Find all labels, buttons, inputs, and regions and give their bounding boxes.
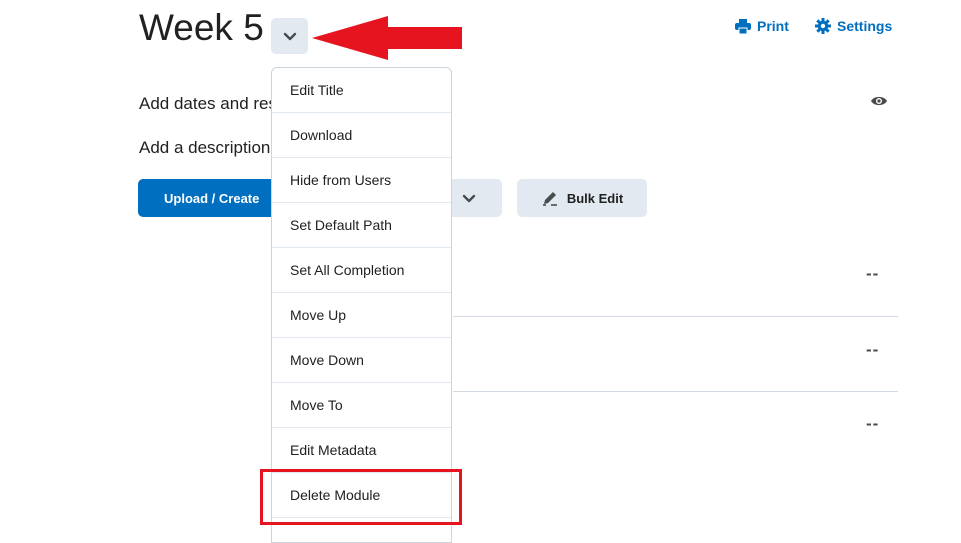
settings-label: Settings [837,18,893,34]
bulk-edit-button[interactable]: Bulk Edit [517,179,647,217]
chevron-down-icon [462,194,476,202]
menu-item-set-all-completion[interactable]: Set All Completion [272,248,451,293]
highlight-box [260,469,462,525]
pencil-icon [542,192,557,206]
eye-icon[interactable] [870,93,888,109]
menu-item-hide-from-users[interactable]: Hide from Users [272,158,451,203]
settings-link[interactable]: Settings [815,17,892,35]
title-dropdown-button[interactable] [271,18,308,54]
gear-icon [815,18,831,34]
menu-item-move-to[interactable]: Move To [272,383,451,428]
menu-item-download[interactable]: Download [272,113,451,158]
upload-create-label: Upload / Create [164,190,260,206]
arrow-left-icon [312,16,462,60]
menu-item-edit-title[interactable]: Edit Title [272,68,451,113]
print-link[interactable]: Print [735,17,789,35]
printer-icon [735,18,751,34]
add-description-link[interactable]: Add a description [139,138,270,158]
row-status: -- [866,264,880,283]
row-status: -- [866,340,880,359]
page-title: Week 5 [139,7,264,48]
menu-item-move-down[interactable]: Move Down [272,338,451,383]
chevron-down-icon [283,32,296,40]
row-status: -- [866,414,880,433]
print-label: Print [757,18,789,34]
menu-item-set-default-path[interactable]: Set Default Path [272,203,451,248]
bulk-edit-label: Bulk Edit [566,190,624,206]
row-divider [453,316,898,317]
upload-create-button[interactable]: Upload / Create [138,179,288,217]
menu-item-move-up[interactable]: Move Up [272,293,451,338]
add-dates-link[interactable]: Add dates and res [139,94,277,114]
menu-item-edit-metadata[interactable]: Edit Metadata [272,428,451,473]
row-divider [453,391,898,392]
